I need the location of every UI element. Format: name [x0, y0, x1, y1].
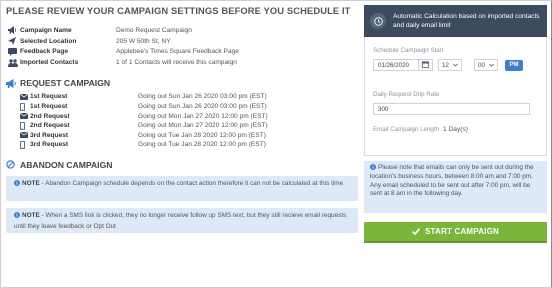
- warning-line-2: Any email scheduled to be sent out after…: [370, 181, 531, 198]
- ban-icon: [6, 160, 20, 169]
- auto-calculation-text: Automatic Calculation based on imported …: [393, 13, 540, 29]
- drip-rate-input[interactable]: 300: [373, 103, 530, 115]
- envelope-icon: [6, 93, 30, 100]
- info-icon: [14, 179, 20, 190]
- request-time: Going out Tue Jan 28 2020 12:00 pm (EST): [138, 141, 266, 149]
- am-pm-toggle[interactable]: PM: [505, 59, 523, 71]
- schedule-form: Schedule Campaign Start 01/26/2020 12 00…: [364, 37, 547, 156]
- request-time: Going out Tue Jan 28 2020 12:00 pm (EST): [138, 131, 266, 139]
- clock-icon: [370, 13, 386, 29]
- summary-label: Campaign Name: [20, 26, 72, 34]
- auto-calculation-header: Automatic Calculation based on imported …: [364, 5, 547, 37]
- request-time: Going out Mon Jan 27 2020 12:00 pm (EST): [138, 112, 268, 120]
- request-row: 3rd Request Going out Tue Jan 28 2020 12…: [6, 140, 358, 150]
- hour-select[interactable]: 12: [438, 59, 462, 71]
- megaphone-icon: [6, 26, 20, 35]
- info-icon: [14, 211, 20, 222]
- request-time: Going out Sun Jan 26 2020 03:00 pm (EST): [138, 93, 267, 101]
- request-time: Going out Sun Jan 26 2020 03:00 pm (EST): [138, 103, 267, 111]
- location-pin-icon: [6, 36, 20, 46]
- check-icon: [412, 228, 420, 235]
- request-campaign-heading: REQUEST CAMPAIGN: [6, 78, 358, 88]
- minute-value: 00: [478, 61, 485, 69]
- users-icon: [6, 59, 20, 67]
- chevron-down-icon: [453, 62, 458, 69]
- campaign-length-row: Email Campaign Length 1 Day(s): [373, 126, 538, 133]
- page-title: PLEASE REVIEW YOUR CAMPAIGN SETTINGS BEF…: [6, 5, 351, 16]
- comment-icon: [6, 47, 20, 56]
- summary-value: Applebee's Times Square Feedback Page: [116, 48, 239, 56]
- start-campaign-label: START CAMPAIGN: [424, 227, 500, 236]
- request-label: 1st Request: [30, 93, 68, 101]
- drip-label: Daily Request Drip Rate: [373, 91, 440, 98]
- minute-select[interactable]: 00: [474, 59, 498, 71]
- note-text: - When a SMS link is clicked, they no lo…: [14, 211, 347, 230]
- start-campaign-button[interactable]: START CAMPAIGN: [364, 222, 547, 243]
- summary-label: Imported Contacts: [20, 59, 79, 67]
- warning-line-1: Please note that emails can only be sent…: [370, 164, 534, 181]
- request-label: 2nd Request: [30, 122, 70, 130]
- request-campaign-title: REQUEST CAMPAIGN: [20, 78, 111, 89]
- abandon-campaign-heading: ABANDON CAMPAIGN: [6, 160, 358, 170]
- mobile-phone-icon: [6, 140, 30, 149]
- request-schedule-list: 1st Request Going out Sun Jan 26 2020 03…: [6, 92, 358, 150]
- abandon-note: NOTE - Abandon Campaign schedule depends…: [6, 175, 358, 201]
- summary-row-feedback-page: Feedback Page Applebee's Times Square Fe…: [6, 47, 358, 58]
- summary-row-imported-contacts: Imported Contacts 1 of 1 Contacts will r…: [6, 57, 358, 68]
- request-row: 2nd Request Going out Mon Jan 27 2020 12…: [6, 111, 358, 121]
- note-prefix: NOTE: [22, 211, 40, 219]
- summary-row-campaign-name: Campaign Name Demo Request Campaign: [6, 25, 358, 36]
- start-datetime-row: 01/26/2020 12 00 PM: [373, 59, 538, 71]
- review-panel: PLEASE REVIEW YOUR CAMPAIGN SETTINGS BEF…: [6, 5, 358, 233]
- length-label: Email Campaign Length: [373, 126, 440, 133]
- request-row: 2nd Request Going out Mon Jan 27 2020 12…: [6, 121, 358, 131]
- envelope-icon: [6, 132, 30, 139]
- abandon-campaign-title: ABANDON CAMPAIGN: [20, 159, 113, 170]
- mobile-phone-icon: [6, 121, 30, 130]
- business-hours-warning: Please note that emails can only be sent…: [364, 161, 547, 213]
- summary-label: Feedback Page: [20, 48, 69, 56]
- start-date-input[interactable]: 01/26/2020: [373, 59, 419, 71]
- calendar-icon: [422, 60, 429, 70]
- megaphone-icon: [6, 78, 20, 88]
- request-row: 1st Request Going out Sun Jan 26 2020 03…: [6, 102, 358, 112]
- request-row: 3rd Request Going out Tue Jan 28 2020 12…: [6, 131, 358, 141]
- summary-value: 205 W 50th St, NY: [116, 37, 171, 45]
- request-label: 3rd Request: [30, 131, 69, 139]
- calendar-button[interactable]: [419, 59, 433, 71]
- note-prefix: NOTE: [22, 179, 40, 187]
- request-label: 1st Request: [30, 103, 68, 111]
- summary-value: Demo Request Campaign: [116, 26, 192, 34]
- chevron-down-icon: [489, 62, 494, 69]
- hour-value: 12: [442, 61, 449, 69]
- sms-note: NOTE - When a SMS link is clicked, they …: [6, 207, 358, 233]
- request-label: 3rd Request: [30, 141, 69, 149]
- mobile-phone-icon: [6, 102, 30, 111]
- info-icon: [370, 164, 376, 173]
- length-value: 1 Day(s): [443, 126, 468, 133]
- summary-value: 1 of 1 Contacts will receive this campai…: [116, 59, 237, 67]
- note-text: - Abandon Campaign schedule depends on t…: [39, 179, 344, 187]
- summary-label: Selected Location: [20, 37, 77, 45]
- request-time: Going out Mon Jan 27 2020 12:00 pm (EST): [138, 122, 268, 130]
- summary-row-location: Selected Location 205 W 50th St, NY: [6, 36, 358, 47]
- campaign-summary: Campaign Name Demo Request Campaign Sele…: [6, 25, 358, 68]
- request-row: 1st Request Going out Sun Jan 26 2020 03…: [6, 92, 358, 102]
- schedule-panel: Automatic Calculation based on imported …: [364, 5, 547, 243]
- start-label: Schedule Campaign Start: [373, 47, 444, 54]
- envelope-icon: [6, 113, 30, 120]
- request-label: 2nd Request: [30, 112, 70, 120]
